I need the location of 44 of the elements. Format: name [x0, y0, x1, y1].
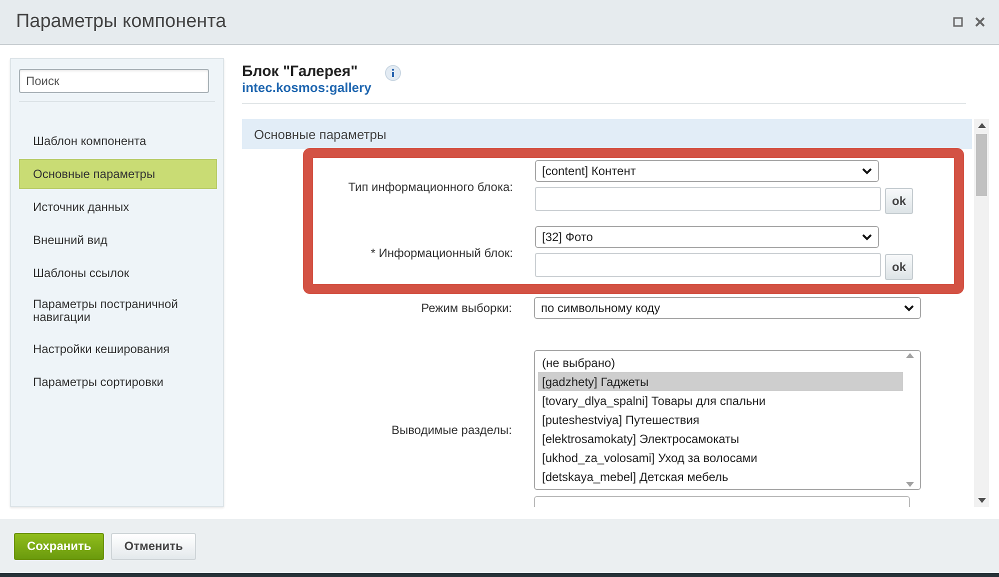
cancel-button[interactable]: Отменить [111, 532, 196, 560]
component-code: intec.kosmos:gallery [242, 80, 372, 95]
sidebar-item[interactable]: Шаблоны ссылок [19, 258, 217, 288]
sidebar-item[interactable]: Источник данных [19, 192, 217, 222]
listbox[interactable] [534, 350, 921, 490]
list-option[interactable]: [ukhod_za_volosami] Уход за волосами [538, 448, 903, 468]
list-option[interactable]: [tovary_dlya_spalni] Товары для спальни [538, 391, 903, 410]
input-field[interactable] [534, 496, 910, 507]
field-label: Режим выборки: [420, 301, 513, 315]
chevron-down-icon [862, 168, 872, 174]
input-field[interactable] [535, 253, 881, 277]
list-option[interactable]: [puteshestviya] Путешествия [538, 410, 903, 430]
search-field[interactable]: Поиск [19, 69, 209, 93]
dropdown[interactable]: [content] Контент [535, 160, 879, 182]
window-title: Параметры компонента [16, 11, 228, 33]
ok-button[interactable]: ok [885, 254, 913, 280]
input-field[interactable] [535, 187, 881, 211]
sidebar-item[interactable]: Внешний вид [19, 225, 217, 255]
component-title: Блок "Галерея" [242, 63, 359, 80]
sidebar-item[interactable]: Параметры сортировки [19, 367, 217, 397]
chevron-down-icon [862, 234, 872, 240]
dropdown[interactable]: [32] Фото [535, 226, 879, 248]
list-option[interactable]: [detskaya_mebel] Детская мебель [538, 468, 903, 487]
sidebar-item[interactable]: Шаблон компонента [19, 126, 217, 156]
chevron-down-icon [904, 304, 914, 312]
maximize-icon[interactable] [953, 17, 963, 27]
close-icon[interactable] [975, 17, 985, 27]
scroll-down-icon[interactable] [978, 498, 986, 503]
dropdown[interactable]: по символьному коду [534, 297, 921, 319]
scroll-up-icon[interactable] [978, 123, 986, 128]
list-option[interactable]: (не выбрано) [538, 353, 903, 372]
list-option[interactable]: [gadzhety] Гаджеты [538, 372, 903, 392]
sidebar-item[interactable]: Настройки кеширования [19, 334, 217, 364]
field-label: Тип информационного блока: [347, 180, 514, 194]
list-option[interactable]: [elektrosamokaty] Электросамокаты [538, 430, 903, 449]
section-header: Основные параметры [242, 119, 972, 149]
sidebar-item[interactable]: Параметры постраничной навигации [19, 291, 217, 331]
scrollbar[interactable] [974, 119, 989, 507]
field-label: * Информационный блок: [370, 246, 514, 260]
scroll-thumb[interactable] [976, 134, 987, 196]
info-icon[interactable] [385, 65, 402, 81]
ok-button[interactable]: ok [885, 188, 913, 214]
field-label: Выводимые разделы: [390, 423, 513, 437]
sidebar-item[interactable]: Основные параметры [19, 159, 217, 189]
